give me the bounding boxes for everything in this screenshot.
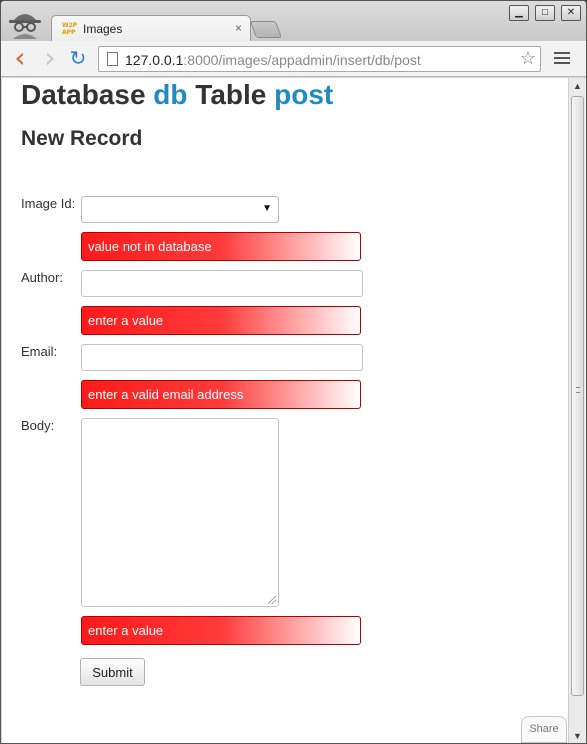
body-label: Body: [21, 418, 55, 433]
page-title: Database db Table post [21, 79, 333, 111]
reload-icon[interactable]: ↻ [67, 48, 89, 70]
maximize-button[interactable]: □ [535, 5, 555, 21]
author-input[interactable] [81, 270, 363, 297]
star-icon[interactable]: ☆ [520, 48, 536, 69]
dropdown-arrow-icon: ▼ [262, 203, 272, 214]
tab-close-icon[interactable]: × [235, 21, 242, 35]
body-textarea[interactable] [81, 418, 279, 607]
url-path: :8000/images/appadmin/insert/db/post [183, 52, 421, 68]
scroll-down-icon[interactable]: ▼ [572, 731, 583, 741]
incognito-icon [9, 14, 41, 39]
title-database: Database [21, 79, 146, 110]
back-icon[interactable]: ‹ [9, 44, 31, 72]
image-id-select[interactable]: ▼ [81, 196, 279, 223]
new-tab-button[interactable] [249, 21, 283, 38]
email-error: enter a valid email address [81, 380, 361, 409]
image-id-label: Image Id: [21, 196, 76, 211]
scroll-grip-icon [576, 387, 580, 393]
vertical-scrollbar[interactable]: ▲ ▼ [568, 78, 586, 743]
title-table: Table [195, 79, 267, 110]
page-subtitle: New Record [21, 127, 143, 150]
author-label: Author: [21, 270, 63, 285]
page-content: Database db Table post New Record Image … [2, 78, 568, 743]
title-db-link[interactable]: db [153, 79, 187, 110]
url-host: 127.0.0.1 [125, 52, 184, 68]
author-error: enter a value [81, 306, 361, 335]
address-bar[interactable]: 127.0.0.1:8000/images/appadmin/insert/db… [98, 46, 541, 72]
image-id-error: value not in database [81, 232, 361, 261]
body-error: enter a value [81, 616, 361, 645]
title-bar: W2P APP Images × ▁ □ ✕ [1, 1, 586, 42]
browser-toolbar: ‹ › ↻ 127.0.0.1:8000/images/appadmin/ins… [1, 41, 586, 77]
forward-icon[interactable]: › [39, 44, 61, 72]
close-window-button[interactable]: ✕ [561, 5, 581, 21]
page-icon [107, 52, 118, 66]
menu-icon[interactable] [554, 50, 570, 66]
browser-tab[interactable]: W2P APP Images × [51, 15, 251, 42]
w2p-favicon-icon: W2P APP [62, 22, 78, 36]
scroll-thumb[interactable] [571, 96, 584, 696]
minimize-button[interactable]: ▁ [509, 5, 529, 21]
browser-window: W2P APP Images × ▁ □ ✕ ‹ › ↻ 127.0.0.1:8… [0, 0, 587, 744]
submit-button[interactable]: Submit [80, 658, 145, 686]
email-input[interactable] [81, 344, 363, 371]
tab-title: Images [83, 22, 123, 36]
scroll-up-icon[interactable]: ▲ [572, 81, 583, 91]
share-button[interactable]: Share [521, 716, 567, 743]
email-label: Email: [21, 344, 58, 359]
title-post-link[interactable]: post [274, 79, 333, 110]
url-text: 127.0.0.1:8000/images/appadmin/insert/db… [125, 52, 421, 68]
resize-grip-icon[interactable] [268, 596, 276, 604]
